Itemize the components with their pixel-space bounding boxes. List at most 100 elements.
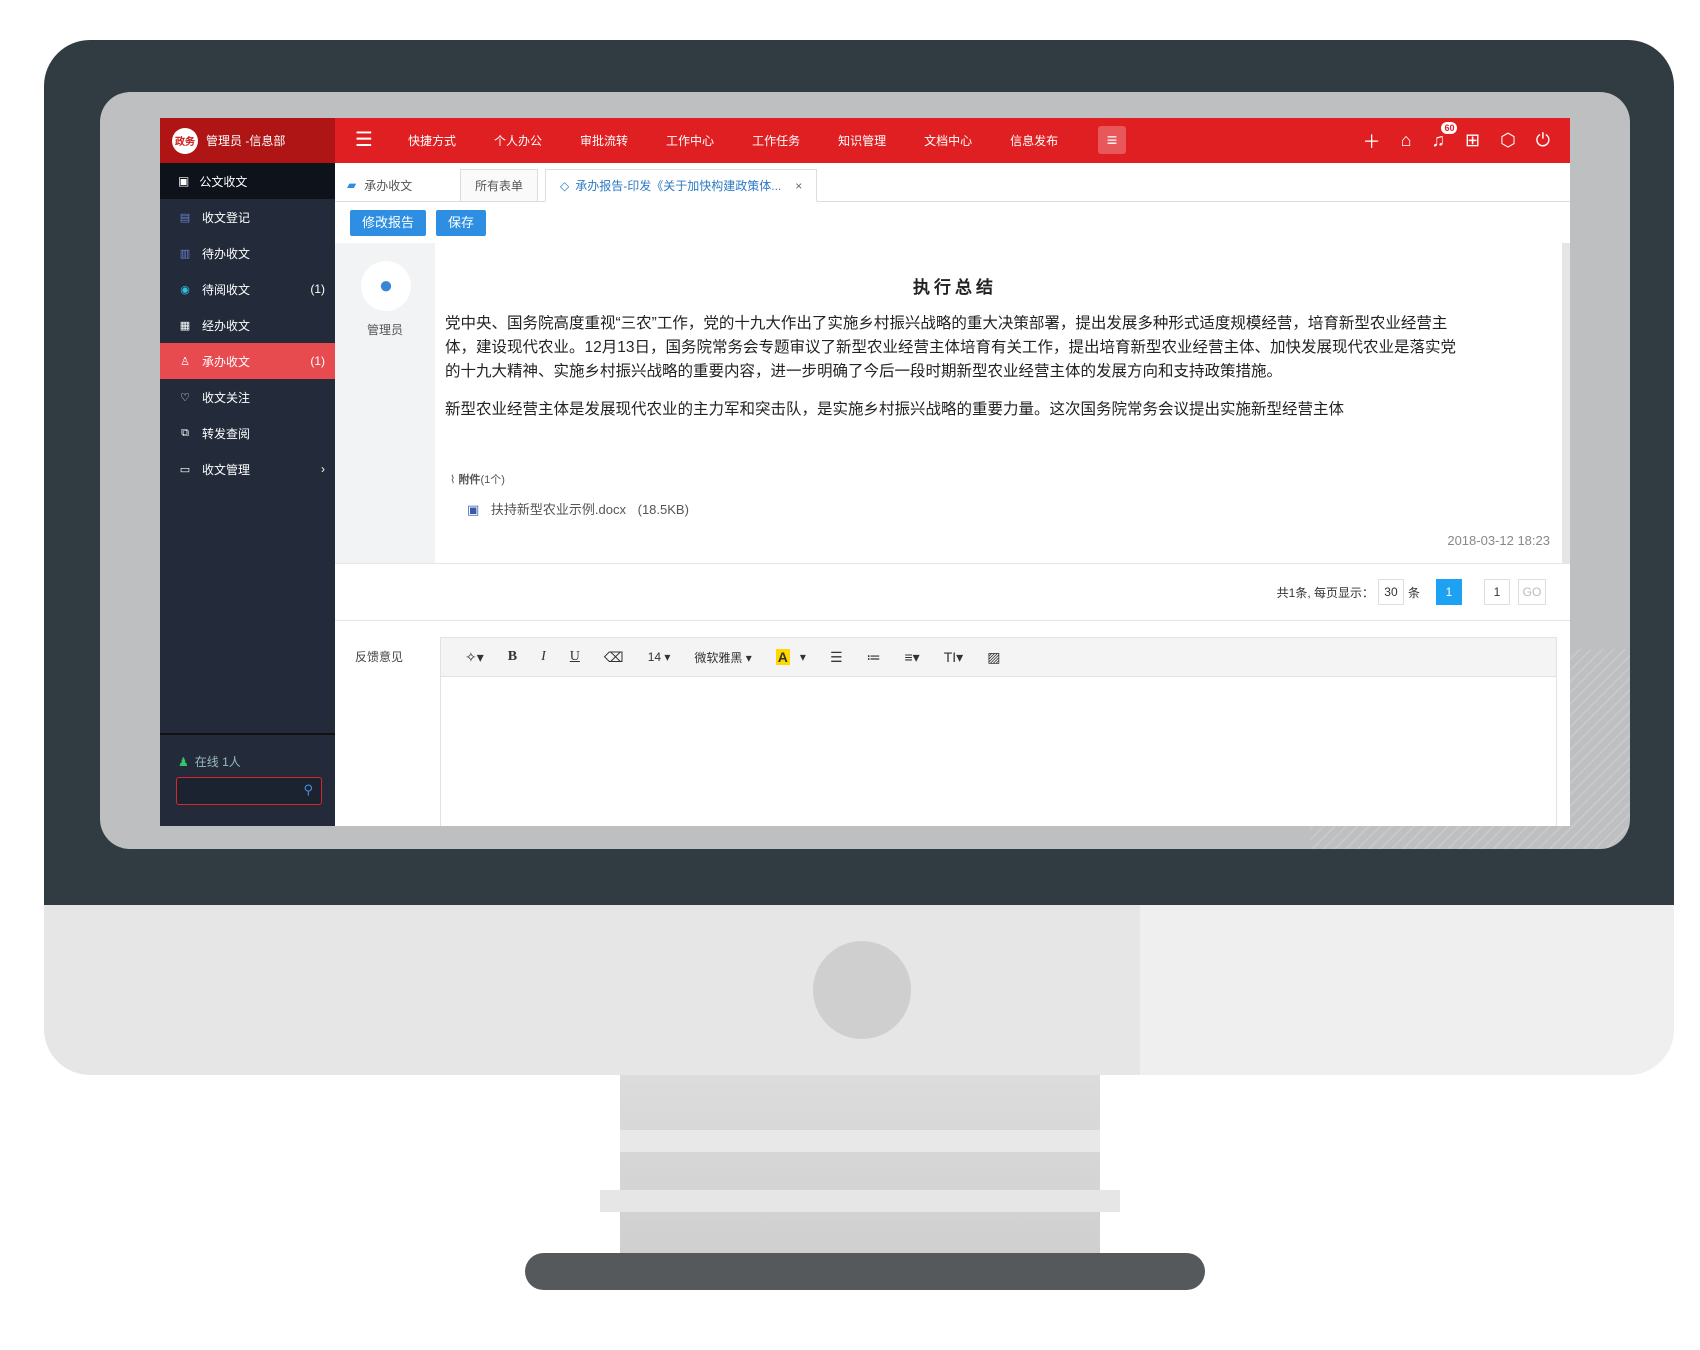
online-text: 在线 1人 (194, 755, 241, 769)
close-icon[interactable]: × (795, 179, 802, 193)
image-icon[interactable]: ▨ (987, 649, 1000, 666)
author-panel: ● 管理员 (335, 243, 435, 563)
color-dropdown-icon[interactable]: ▾ (800, 650, 806, 664)
search-icon[interactable]: ⚲ (303, 782, 313, 798)
page-button-current[interactable]: 1 (1436, 579, 1462, 605)
attachment-file[interactable]: ▣ 扶持新型农业示例.docx (18.5KB) (467, 499, 689, 518)
apps-icon[interactable]: ⊞ (1465, 130, 1480, 151)
brand-logo: 政务 (172, 127, 198, 154)
sidebar-item-label: 待办收文 (202, 246, 251, 261)
sidebar-item-label: 转发查阅 (202, 426, 251, 441)
bell-icon[interactable]: ♫ 60 (1431, 122, 1458, 151)
sidebar-header-label: 公文收文 (199, 174, 248, 189)
tab-label: 承办收文 (364, 178, 413, 193)
sidebar-item-register[interactable]: ▤ 收文登记 (160, 199, 335, 235)
document-icon: ▣ (178, 174, 190, 188)
sidebar-item-label: 经办收文 (202, 318, 251, 333)
magic-wand-icon[interactable]: ✧▾ (465, 649, 484, 666)
tab-all-forms[interactable]: 所有表单 (460, 169, 539, 201)
modify-report-button[interactable]: 修改报告 (350, 210, 427, 236)
nav-item-knowledge[interactable]: 知识管理 (838, 132, 886, 149)
nav-item-approval[interactable]: 审批流转 (580, 132, 628, 149)
sidebar-item-forward[interactable]: ⧉ 转发查阅 (160, 415, 335, 451)
menu-toggle-icon[interactable]: ☰ (355, 130, 373, 150)
top-nav: 快捷方式 个人办公 审批流转 工作中心 工作任务 知识管理 文档中心 信息发布 (408, 118, 1096, 163)
bullet-list-icon[interactable]: ☰ (830, 649, 843, 666)
page-jump-input[interactable]: 1 (1484, 579, 1510, 605)
per-page-input[interactable]: 30 (1377, 579, 1404, 605)
sidebar-header[interactable]: ▣ 公文收文 (160, 163, 335, 199)
text-height-icon[interactable]: TI▾ (944, 649, 963, 666)
eye-icon: ◉ (180, 283, 190, 296)
sidebar-item-to-read[interactable]: ◉ 待阅收文 (1) (160, 271, 335, 307)
pagination-summary: 共1条, 每页显示： (1276, 585, 1374, 600)
sidebar-item-label: 待阅收文 (202, 282, 251, 297)
nav-item-personal[interactable]: 个人办公 (494, 132, 542, 149)
more-menu-icon[interactable]: ≡ (1098, 126, 1126, 154)
document-title: 执行总结 (913, 278, 997, 297)
handled-icon: ▦ (179, 319, 191, 332)
nav-item-shortcuts[interactable]: 快捷方式 (408, 132, 456, 149)
add-icon[interactable]: ＋ (1363, 128, 1381, 154)
document-paragraph: 新型农业经营主体是发展现代农业的主力军和突击队，是实施乡村振兴战略的重要力量。这… (445, 401, 1345, 418)
go-button[interactable]: GO (1518, 579, 1546, 605)
monitor-chin-shade (1140, 905, 1674, 1075)
font-size-select[interactable]: 14 ▾ (648, 650, 671, 664)
sidebar-item-handled[interactable]: ▦ 经办收文 (160, 307, 335, 343)
sidebar-item-follow[interactable]: ♡ 收文关注 (160, 379, 335, 415)
sidebar-footer: ♟ 在线 1人 ⚲ (160, 733, 335, 826)
italic-icon[interactable]: I (541, 649, 546, 665)
tab-current-report[interactable]: ◇ 承办报告-印发《关于加快构建政策体... × (545, 169, 818, 202)
nav-item-publish[interactable]: 信息发布 (1010, 132, 1058, 149)
save-button[interactable]: 保存 (436, 210, 487, 236)
font-size-value: 14 (647, 650, 662, 664)
nav-item-tasks[interactable]: 工作任务 (752, 132, 800, 149)
bold-icon[interactable]: B (508, 649, 517, 665)
sidebar-item-manage[interactable]: ▭ 收文管理 › (160, 451, 335, 487)
power-icon[interactable]: ⏻ (1536, 130, 1550, 151)
top-actions: ＋ ⌂ ♫ 60 ⊞ ⬡ ⏻ (1343, 118, 1550, 163)
feedback-editor[interactable]: ✧▾ B I U ⌫ 14 ▾ 微软雅黑 ▾ A ▾ ☰ ≔ ≡▾ TI▾ ▨ (440, 637, 1557, 826)
attachment-header: ⌇ 附件(1个) (450, 471, 505, 487)
attachment-label: 附件 (458, 474, 481, 486)
forward-icon: ⧉ (181, 426, 189, 439)
current-user[interactable]: 管理员 -信息部 (206, 132, 285, 149)
document-body: 执行总结 党中央、国务院高度重视“三农”工作，党的十九大作出了实施乡村振兴战略的… (445, 243, 1465, 422)
nav-item-work-center[interactable]: 工作中心 (666, 132, 714, 149)
monitor-stand (620, 1075, 1100, 1255)
attachment-filename[interactable]: 扶持新型农业示例.docx (491, 502, 626, 517)
sidebar-item-undertake[interactable]: ♙ 承办收文 (1) (160, 343, 335, 379)
register-icon: ▤ (179, 211, 191, 224)
action-buttons: 修改报告 保存 (350, 210, 496, 236)
editor-toolbar: ✧▾ B I U ⌫ 14 ▾ 微软雅黑 ▾ A ▾ ☰ ≔ ≡▾ TI▾ ▨ (441, 638, 1556, 677)
sidebar-item-todo[interactable]: ▥ 待办收文 (160, 235, 335, 271)
eraser-icon[interactable]: ⌫ (604, 649, 624, 666)
avatar: ● (361, 261, 411, 311)
nav-item-documents[interactable]: 文档中心 (924, 132, 972, 149)
skin-icon[interactable]: ⬡ (1500, 130, 1516, 151)
document-panel: ● 管理员 执行总结 党中央、国务院高度重视“三农”工作，党的十九大作出了实施乡… (335, 243, 1570, 563)
word-file-icon: ▣ (467, 502, 480, 517)
tab-undertake[interactable]: ▰ 承办收文 (347, 169, 412, 201)
numbered-list-icon[interactable]: ≔ (867, 649, 881, 666)
sidebar-search-input[interactable]: ⚲ (176, 777, 322, 805)
tag-icon: ◇ (560, 178, 570, 193)
attachment-size: (18.5KB) (637, 502, 689, 517)
online-status: ♟ 在线 1人 (178, 753, 241, 770)
underline-icon[interactable]: U (570, 649, 580, 665)
app-window: 政务 管理员 -信息部 ☰ 快捷方式 个人办公 审批流转 工作中心 工作任务 知… (160, 118, 1570, 826)
pagination: 共1条, 每页显示： 30 条 1 1 GO (335, 563, 1570, 621)
brand: 政务 管理员 -信息部 (160, 118, 335, 163)
home-icon[interactable]: ⌂ (1401, 130, 1412, 151)
document-scrollbar[interactable] (1562, 243, 1570, 563)
sidebar-item-label: 收文管理 (202, 462, 251, 477)
pagination-controls: 共1条, 每页显示： 30 条 1 1 GO (1277, 579, 1550, 605)
author-name: 管理员 (366, 323, 403, 337)
text-color-icon[interactable]: A (775, 649, 790, 665)
align-icon[interactable]: ≡▾ (905, 649, 920, 666)
sidebar-item-label: 收文登记 (202, 210, 251, 225)
main-content: ▰ 承办收文 所有表单 ◇ 承办报告-印发《关于加快构建政策体... × 修改报… (335, 163, 1570, 826)
font-family-select[interactable]: 微软雅黑 ▾ (694, 649, 751, 666)
tab-label: 承办报告-印发《关于加快构建政策体... (575, 179, 782, 193)
heart-icon: ♡ (180, 391, 190, 404)
